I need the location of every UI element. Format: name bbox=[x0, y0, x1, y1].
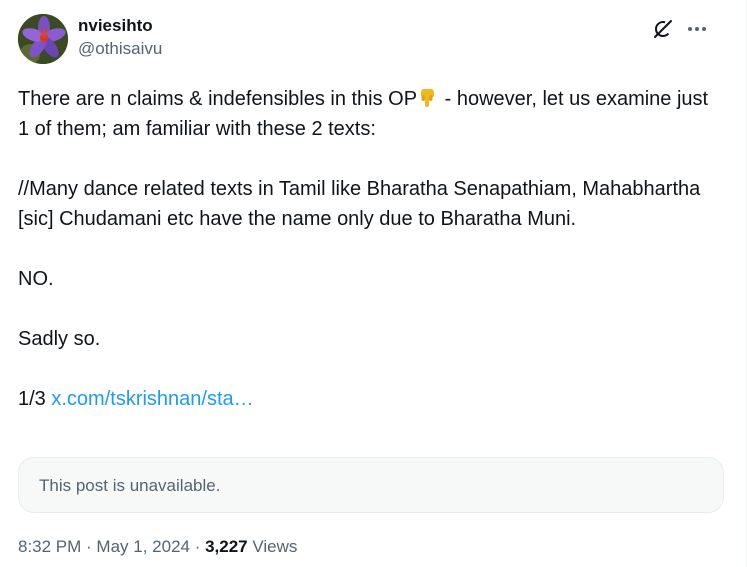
views-label: Views bbox=[247, 537, 298, 556]
meta-separator: · bbox=[189, 537, 206, 556]
grok-icon[interactable] bbox=[652, 18, 674, 40]
post-paragraph-4: Sadly so. bbox=[18, 328, 101, 350]
views-count: 3,227 bbox=[205, 537, 248, 556]
post-line1-text: There are n claims & indefensibles in th… bbox=[18, 88, 418, 110]
post-paragraph-3: NO. bbox=[18, 268, 54, 290]
quoted-post-unavailable: This post is unavailable. bbox=[18, 457, 724, 513]
meta-separator: · bbox=[81, 537, 97, 556]
post-link[interactable]: x.com/tskrishnan/sta… bbox=[51, 388, 253, 410]
post-paragraph-2: //Many dance related texts in Tamil like… bbox=[18, 178, 706, 230]
display-name[interactable]: nviesihto bbox=[78, 16, 162, 36]
avatar-image bbox=[18, 14, 68, 64]
unavailable-text: This post is unavailable. bbox=[39, 476, 221, 495]
more-icon[interactable] bbox=[686, 18, 708, 40]
backhand-pointing-down-emoji bbox=[417, 87, 439, 109]
post-text: There are n claims & indefensibles in th… bbox=[18, 84, 718, 414]
post-header: nviesihto @othisaivu bbox=[18, 14, 747, 64]
user-handle[interactable]: @othisaivu bbox=[78, 38, 162, 60]
avatar[interactable] bbox=[18, 14, 68, 64]
post-metadata: 8:32 PM · May 1, 2024 · 3,227 Views bbox=[18, 536, 297, 558]
post-paragraph-5-prefix: 1/3 bbox=[18, 388, 52, 410]
post-time[interactable]: 8:32 PM bbox=[18, 537, 81, 556]
post-date[interactable]: May 1, 2024 bbox=[96, 537, 190, 556]
author-names: nviesihto @othisaivu bbox=[78, 16, 162, 60]
